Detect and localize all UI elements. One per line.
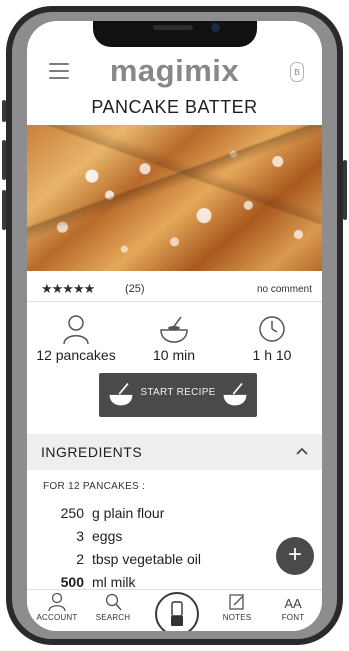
app-screen: magimix ʙ PANCAKE BATTER ★★★★★ (25) no c… (27, 21, 322, 631)
front-camera (211, 23, 220, 32)
food-processor-icon (171, 601, 183, 626)
star-rating[interactable]: ★★★★★ (41, 281, 95, 297)
mixing-bowl-icon (160, 316, 188, 343)
person-icon (63, 315, 89, 345)
ingredient-row: 250 g plain flour (27, 505, 322, 527)
tab-account[interactable]: ACCOUNT (29, 592, 85, 622)
ingredient-qty: 250 (60, 505, 84, 521)
start-recipe-button[interactable]: START RECIPE (99, 373, 257, 417)
search-icon (105, 593, 122, 611)
edit-note-icon (229, 594, 244, 610)
tab-notes[interactable]: NOTES (209, 592, 265, 622)
ingredient-qty: 2 (76, 551, 84, 567)
tab-font[interactable]: AA FONT (265, 592, 321, 622)
top-bar: magimix ʙ (27, 51, 322, 91)
power-button (343, 160, 347, 220)
yield-info: 12 pancakes (27, 313, 125, 363)
brand-logo: magimix (109, 53, 240, 88)
tab-font-label: FONT (281, 613, 305, 622)
total-time-info: 1 h 10 (223, 313, 321, 363)
notch (93, 21, 257, 47)
comments-link[interactable]: no comment (257, 284, 312, 295)
person-icon (48, 592, 66, 612)
font-size-icon: AA (284, 596, 302, 611)
ingredient-qty: 500 (60, 574, 84, 590)
prep-time-text: 10 min (152, 347, 196, 363)
tab-account-label: ACCOUNT (36, 613, 78, 622)
bottom-tab-bar: ACCOUNT SEARCH NOTES AA FONT (27, 589, 322, 631)
bluetooth-icon[interactable]: ʙ (290, 62, 304, 82)
divider (27, 301, 322, 302)
chevron-up-icon (296, 447, 308, 455)
rating-count: (25) (125, 283, 145, 295)
speaker-grille (153, 25, 193, 30)
tab-search[interactable]: SEARCH (85, 592, 141, 622)
ingredient-name: g plain flour (92, 505, 165, 521)
ingredient-name: tbsp vegetable oil (92, 551, 201, 567)
add-button[interactable]: + (276, 537, 314, 575)
servings-label: FOR 12 PANCAKES : (43, 481, 146, 492)
total-time-text: 1 h 10 (252, 347, 292, 363)
volume-up-button (2, 140, 6, 180)
menu-icon[interactable] (49, 63, 69, 79)
tab-search-label: SEARCH (95, 613, 131, 622)
device-button[interactable] (155, 592, 199, 631)
volume-down-button (2, 190, 6, 230)
rating-row: ★★★★★ (25) no comment (27, 278, 322, 300)
prep-time-info: 10 min (125, 313, 223, 363)
ingredient-name: ml milk (92, 574, 136, 590)
tab-notes-label: NOTES (222, 613, 252, 622)
clock-icon (259, 316, 285, 342)
ingredient-qty: 3 (76, 528, 84, 544)
mixing-bowl-icon (223, 382, 247, 406)
ingredients-heading: INGREDIENTS (41, 444, 143, 460)
mute-switch (2, 100, 6, 122)
recipe-photo (27, 125, 322, 271)
recipe-title: PANCAKE BATTER (91, 97, 258, 117)
yield-text: 12 pancakes (36, 347, 116, 363)
ingredient-name: eggs (92, 528, 123, 544)
ingredients-section-toggle[interactable]: INGREDIENTS (27, 434, 322, 470)
